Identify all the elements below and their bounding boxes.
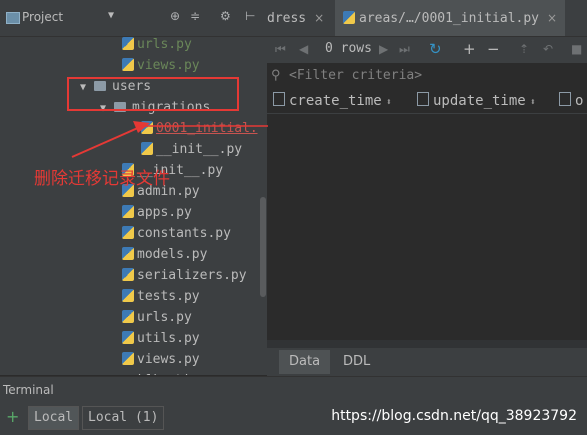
python-file-icon <box>122 331 134 344</box>
python-file-icon <box>122 352 134 365</box>
grid-column-header: create_time ⬍ update_time ⬍ o <box>267 89 587 114</box>
sort-icon[interactable]: ⬍ <box>386 97 392 108</box>
terminal-title: Terminal <box>3 383 54 397</box>
filter-icon[interactable]: ⚲ <box>271 68 281 83</box>
close-icon[interactable]: × <box>547 11 557 25</box>
terminal-tab-local-1[interactable]: Local (1) <box>82 406 165 430</box>
first-page-icon[interactable]: ⏮ <box>275 42 286 57</box>
hide-panel-icon[interactable]: ⊢ <box>245 9 255 23</box>
column-update-time[interactable]: update_time ⬍ <box>417 92 536 109</box>
project-title[interactable]: Project <box>22 10 63 24</box>
gear-icon[interactable]: ⚙ <box>220 9 231 23</box>
terminal-tab-local[interactable]: Local <box>28 406 80 430</box>
scrollbar-thumb[interactable] <box>260 197 266 297</box>
annotation-text: 删除迁移记录文件 <box>34 169 170 189</box>
target-icon[interactable]: ⊕ <box>170 9 180 23</box>
tab-0001-initial[interactable]: areas/…/0001_initial.py × <box>335 0 566 36</box>
python-file-icon <box>343 11 355 24</box>
annotation-box <box>67 77 239 111</box>
column-icon <box>273 92 285 106</box>
chevron-down-icon[interactable]: ▼ <box>108 10 114 21</box>
refresh-icon[interactable]: ↻ <box>429 40 442 58</box>
tree-scrollbar[interactable] <box>258 37 267 375</box>
python-file-icon <box>141 121 153 134</box>
python-file-icon <box>122 37 134 50</box>
python-file-icon <box>122 58 134 71</box>
watermark-text: https://blog.csdn.net/qq_38923792 <box>331 408 577 424</box>
editor-tabs: dress × areas/…/0001_initial.py × <box>267 0 587 37</box>
column-create-time[interactable]: create_time ⬍ <box>273 92 392 109</box>
tab-data[interactable]: Data <box>279 350 331 374</box>
filter-bar[interactable]: ⚲ <Filter criteria> <box>267 64 587 88</box>
python-file-icon <box>122 247 134 260</box>
tree-item[interactable]: views.py <box>122 55 200 76</box>
last-page-icon[interactable]: ⏭ <box>399 42 410 57</box>
column-partial[interactable]: o <box>559 92 583 109</box>
column-icon <box>417 92 429 106</box>
tree-item[interactable]: constants.py <box>122 223 231 244</box>
terminal-header: Terminal <box>0 376 587 403</box>
grid-horizontal-scrollbar[interactable] <box>267 340 587 348</box>
sort-icon[interactable]: ⬍ <box>530 97 536 108</box>
close-icon[interactable]: × <box>314 11 324 25</box>
submit-icon[interactable]: ⇡ <box>519 42 529 56</box>
column-icon <box>559 92 571 106</box>
project-panel-header: Project ▼ ⊕ ≑ ⚙ ⊢ <box>0 0 267 37</box>
expand-arrow-icon[interactable]: ▶ <box>80 371 94 375</box>
python-file-icon <box>122 310 134 323</box>
tree-item[interactable]: apps.py <box>122 202 192 223</box>
new-terminal-icon[interactable]: + <box>6 407 19 426</box>
python-file-icon <box>122 226 134 239</box>
tree-item[interactable]: tests.py <box>122 286 200 307</box>
tree-item[interactable]: models.py <box>122 244 207 265</box>
row-count[interactable]: 0 rows <box>325 41 372 56</box>
result-tabs: Data DDL <box>267 348 587 376</box>
prev-page-icon[interactable]: ◀ <box>299 42 308 56</box>
tab-ddl[interactable]: DDL <box>333 350 380 374</box>
add-row-icon[interactable]: + <box>463 40 476 58</box>
tree-item[interactable]: __init__.py <box>141 139 242 160</box>
python-file-icon <box>122 268 134 281</box>
revert-icon[interactable]: ↶ <box>543 42 553 56</box>
tree-item[interactable]: views.py <box>122 349 200 370</box>
tab-address[interactable]: dress × <box>267 0 324 36</box>
python-file-icon <box>141 142 153 155</box>
tree-item[interactable]: serializers.py <box>122 265 247 286</box>
data-toolbar: ⏮ ◀ 0 rows ▶ ⏭ ↻ + − ⇡ ↶ ■ <box>267 37 587 63</box>
tree-item[interactable]: urls.py <box>122 37 192 55</box>
python-file-icon <box>122 205 134 218</box>
tree-folder[interactable]: ▶verifications <box>80 370 214 375</box>
terminal-tab-bar: + Local Local (1) https://blog.csdn.net/… <box>0 403 587 435</box>
tree-item[interactable]: utils.py <box>122 328 200 349</box>
delete-row-icon[interactable]: − <box>487 40 500 58</box>
filter-input[interactable]: <Filter criteria> <box>289 68 422 83</box>
next-page-icon[interactable]: ▶ <box>379 42 388 56</box>
python-file-icon <box>122 289 134 302</box>
stop-icon[interactable]: ■ <box>571 42 582 56</box>
tree-item-selected[interactable]: 0001_initial.py <box>141 118 258 139</box>
project-icon <box>6 12 20 24</box>
data-grid[interactable] <box>267 114 587 340</box>
collapse-icon[interactable]: ≑ <box>190 9 200 23</box>
tree-item[interactable]: urls.py <box>122 307 192 328</box>
